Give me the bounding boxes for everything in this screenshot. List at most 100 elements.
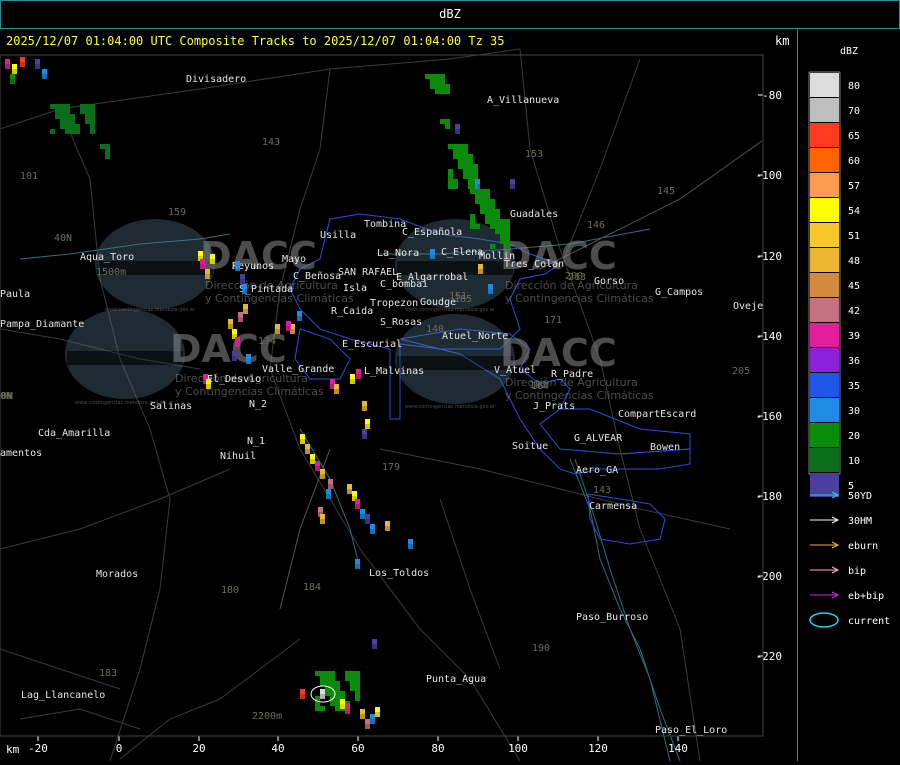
radar-echo bbox=[355, 696, 360, 701]
radar-echo bbox=[5, 59, 10, 64]
radar-echo bbox=[463, 149, 468, 154]
place-label: El_Desvio bbox=[207, 374, 261, 385]
watermark-line: y Contingencias Climáticas bbox=[505, 292, 654, 305]
radar-echo bbox=[500, 224, 505, 229]
radar-echo bbox=[440, 89, 445, 94]
place-label: Paso_Burroso bbox=[576, 612, 648, 623]
radar-echo bbox=[85, 119, 90, 124]
radar-echo bbox=[440, 119, 445, 124]
legend-track-current-icon bbox=[809, 612, 839, 628]
radar-echo bbox=[35, 64, 40, 69]
legend-track-label: 50YD bbox=[848, 491, 872, 502]
radar-echo bbox=[75, 124, 80, 129]
radar-echo bbox=[65, 119, 70, 124]
radar-echo bbox=[448, 184, 453, 189]
radar-echo bbox=[485, 189, 490, 194]
radar-echo bbox=[505, 224, 510, 229]
radar-echo bbox=[315, 466, 320, 471]
legend-swatch bbox=[810, 248, 839, 272]
place-label: C_Beñosa bbox=[293, 271, 341, 282]
radar-echo bbox=[365, 514, 370, 519]
radar-echo bbox=[470, 189, 475, 194]
watermark-url: www.contingencias.mendoza.gov.ar bbox=[105, 307, 196, 313]
radar-echo bbox=[355, 504, 360, 509]
radar-echo bbox=[65, 114, 70, 119]
radar-echo bbox=[485, 209, 490, 214]
radar-echo bbox=[490, 224, 495, 229]
radar-echo bbox=[300, 439, 305, 444]
place-label: Paula bbox=[0, 289, 30, 300]
radar-echo bbox=[350, 379, 355, 384]
radar-echo bbox=[350, 676, 355, 681]
km-unit-label-bottom: km bbox=[6, 743, 20, 756]
place-label: Tropezon bbox=[370, 298, 418, 309]
radar-echo bbox=[352, 491, 357, 496]
radar-echo bbox=[440, 79, 445, 84]
radar-echo bbox=[203, 374, 208, 379]
radar-echo bbox=[198, 251, 203, 256]
radar-echo bbox=[485, 194, 490, 199]
radar-echo bbox=[505, 229, 510, 234]
radar-echo bbox=[105, 154, 110, 159]
radar-echo bbox=[463, 164, 468, 169]
legend-value: 20 bbox=[848, 431, 860, 442]
radar-echo bbox=[246, 354, 251, 359]
radar-echo bbox=[50, 129, 55, 134]
radar-echo bbox=[286, 321, 291, 326]
radar-echo bbox=[65, 124, 70, 129]
radar-echo bbox=[362, 429, 367, 434]
radar-echo bbox=[453, 149, 458, 154]
place-label: Valle_Grande bbox=[262, 364, 334, 375]
radar-echo bbox=[356, 374, 361, 379]
radar-echo bbox=[468, 179, 473, 184]
radar-echo bbox=[355, 671, 360, 676]
place-label: Salinas bbox=[150, 401, 192, 412]
place-label: Tres_Colan bbox=[504, 259, 564, 270]
legend-swatch bbox=[810, 448, 839, 472]
radar-echo bbox=[340, 704, 345, 709]
place-label: Mayo bbox=[282, 254, 306, 265]
radar-echo bbox=[468, 169, 473, 174]
radar-map[interactable]: DACC Dirección de Agricultura y Contingenc… bbox=[0, 29, 798, 761]
radar-echo bbox=[490, 244, 495, 249]
radar-echo bbox=[20, 62, 25, 67]
radar-echo bbox=[65, 129, 70, 134]
radar-echo bbox=[430, 84, 435, 89]
radar-echo bbox=[60, 119, 65, 124]
x-tick-label: 0 bbox=[116, 742, 123, 755]
legend-swatch bbox=[810, 398, 839, 422]
radar-echo bbox=[362, 406, 367, 411]
legend-swatch bbox=[810, 148, 839, 172]
watermark-url: www.contingencias.mendoza.gov.ar bbox=[405, 404, 496, 410]
radar-echo bbox=[320, 469, 325, 474]
radar-echo bbox=[445, 119, 450, 124]
place-label: Los_Toldos bbox=[369, 568, 429, 579]
elevation-label: 143 bbox=[262, 137, 280, 148]
place-label: Bowen bbox=[650, 442, 680, 453]
elevation-label: 213 bbox=[568, 272, 586, 283]
legend-swatch bbox=[810, 73, 839, 97]
radar-echo bbox=[360, 709, 365, 714]
legend-swatch bbox=[810, 298, 839, 322]
radar-echo bbox=[275, 324, 280, 329]
radar-echo bbox=[490, 199, 495, 204]
radar-echo bbox=[10, 74, 15, 79]
legend-value: 65 bbox=[848, 131, 860, 142]
legend-swatch bbox=[810, 173, 839, 197]
radar-echo bbox=[232, 356, 237, 361]
radar-echo bbox=[206, 379, 211, 384]
radar-echo bbox=[335, 701, 340, 706]
radar-echo bbox=[375, 712, 380, 717]
radar-echo bbox=[430, 74, 435, 79]
radar-echo bbox=[470, 214, 475, 219]
radar-echo bbox=[480, 204, 485, 209]
radar-echo bbox=[475, 224, 480, 229]
radar-echo bbox=[505, 234, 510, 239]
radar-echo bbox=[242, 289, 247, 294]
place-label: G_ALVEAR bbox=[574, 433, 623, 444]
place-label: G_Campos bbox=[655, 287, 703, 298]
radar-echo bbox=[495, 209, 500, 214]
radar-echo bbox=[355, 564, 360, 569]
radar-echo bbox=[488, 289, 493, 294]
radar-echo bbox=[90, 124, 95, 129]
